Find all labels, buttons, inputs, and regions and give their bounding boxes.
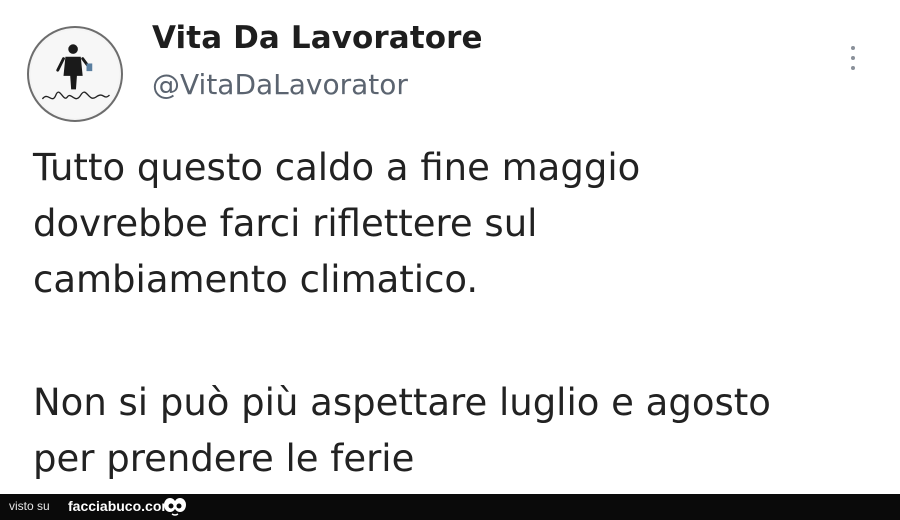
watermark-bar: visto su facciabuco.com (0, 494, 900, 520)
watermark-label: visto su (9, 499, 50, 513)
tweet-text-line: Tutto questo caldo a fine maggio (33, 146, 641, 189)
avatar[interactable] (27, 26, 123, 122)
tweet-text-line: per prendere le ferie (33, 437, 415, 480)
tweet-text-line: Non si può più aspettare luglio e agosto (33, 381, 771, 424)
tweet-text-paragraph-2: Non si può più aspettare luglio e agosto… (33, 375, 771, 487)
user-handle[interactable]: @VitaDaLavorator (152, 68, 408, 101)
tweet-text-paragraph-1: Tutto questo caldo a fine maggio dovrebb… (33, 140, 640, 308)
display-name[interactable]: Vita Da Lavoratore (152, 20, 483, 56)
tweet-text-line: cambiamento climatico. (33, 258, 479, 301)
more-options-icon[interactable] (842, 44, 864, 76)
avatar-logo-icon (30, 29, 120, 119)
tweet-text-line: dovrebbe farci riflettere sul (33, 202, 538, 245)
eyes-icon (164, 498, 186, 516)
watermark-site[interactable]: facciabuco.com (68, 498, 174, 514)
tweet-card: Vita Da Lavoratore @VitaDaLavorator Tutt… (0, 0, 900, 494)
